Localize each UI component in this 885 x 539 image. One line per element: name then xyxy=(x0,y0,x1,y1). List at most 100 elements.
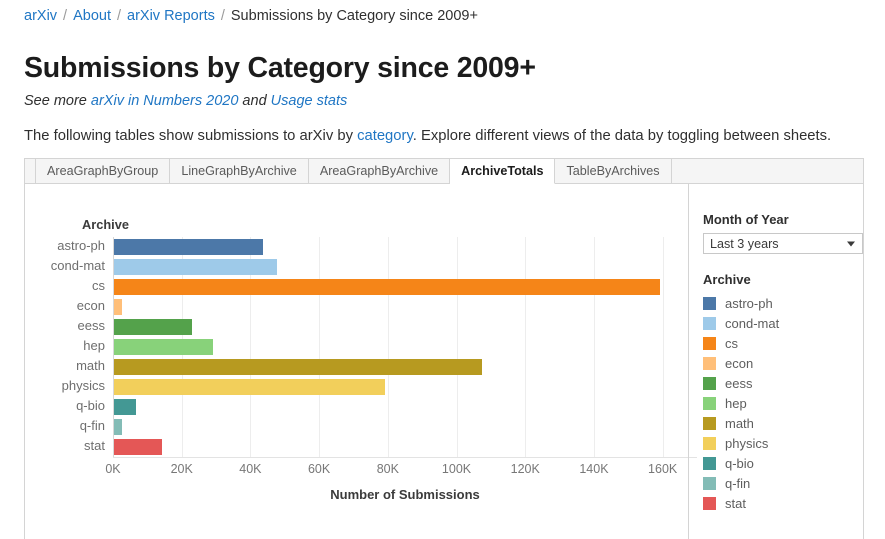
legend-color-swatch xyxy=(703,356,716,370)
tab-label: AreaGraphByArchive xyxy=(319,164,439,178)
legend-item-label: cond-mat xyxy=(725,315,780,331)
intro-text-part1: The following tables show submissions to… xyxy=(24,128,358,144)
link-usage-stats[interactable]: Usage stats xyxy=(271,93,348,109)
bar[interactable] xyxy=(114,359,482,375)
bar-category-label: cs xyxy=(92,278,105,293)
tab-label: LineGraphByArchive xyxy=(181,164,297,178)
link-category[interactable]: category xyxy=(357,128,413,144)
x-axis-tick-label: 120K xyxy=(510,462,540,476)
bar-row: cs xyxy=(92,277,697,297)
bar[interactable] xyxy=(114,319,193,335)
tab-linegraphbyarchive[interactable]: LineGraphByArchive xyxy=(170,159,309,183)
legend-item-label: math xyxy=(725,415,754,431)
bar-row: econ xyxy=(77,297,697,317)
legend-item[interactable]: hep xyxy=(703,393,863,413)
bar-category-label: cond-mat xyxy=(50,258,105,273)
x-axis-tick-label: 40K xyxy=(239,462,262,476)
page-title: Submissions by Category since 2009+ xyxy=(24,52,536,85)
bar[interactable] xyxy=(114,439,163,455)
x-axis-tick-label: 160K xyxy=(648,462,678,476)
bar[interactable] xyxy=(114,379,386,395)
legend-item-label: cs xyxy=(725,335,738,351)
legend-color-swatch xyxy=(703,316,716,330)
bar[interactable] xyxy=(114,239,264,255)
legend-item-label: stat xyxy=(725,495,746,511)
legend-item-label: econ xyxy=(725,355,754,371)
bar[interactable] xyxy=(114,419,122,435)
legend-title: Archive xyxy=(703,272,751,287)
legend-item-label: q-bio xyxy=(725,455,754,471)
legend-item[interactable]: physics xyxy=(703,433,863,453)
x-axis-tick-label: 80K xyxy=(376,462,399,476)
bar-row: cond-mat xyxy=(51,257,697,277)
bar-category-label: stat xyxy=(84,438,105,453)
plot-area: astro-ph cond-mat cs econ eess hep math physics… xyxy=(51,237,697,458)
bar-category-label: astro-ph xyxy=(57,238,105,253)
bar-row: q-bio xyxy=(76,397,697,417)
legend-item[interactable]: cond-mat xyxy=(703,313,863,333)
legend-item-label: physics xyxy=(725,435,769,451)
filter-label: Month of Year xyxy=(703,212,789,227)
legend-item[interactable]: stat xyxy=(703,493,863,513)
legend-color-swatch xyxy=(703,496,716,510)
breadcrumb-separator: / xyxy=(220,8,225,24)
legend-list: astro-ph cond-mat cs econ eess hep math physics… xyxy=(703,293,863,513)
tab-areagraphbygroup[interactable]: AreaGraphByGroup xyxy=(35,159,171,183)
legend-item[interactable]: math xyxy=(703,413,863,433)
link-arxiv-in-numbers[interactable]: arXiv in Numbers 2020 xyxy=(91,93,239,109)
x-axis-tick-label: 0K xyxy=(105,462,121,476)
bar-category-label: q-fin xyxy=(79,418,105,433)
bar[interactable] xyxy=(114,299,122,315)
tab-tablebyarchives[interactable]: TableByArchives xyxy=(555,159,672,183)
legend-item[interactable]: cs xyxy=(703,333,863,353)
legend-item[interactable]: q-fin xyxy=(703,473,863,493)
legend-item-label: eess xyxy=(725,375,753,391)
x-axis-tick-label: 140K xyxy=(579,462,609,476)
x-axis-tick-label: 100K xyxy=(441,462,472,476)
breadcrumb-item-arxiv[interactable]: arXiv xyxy=(24,8,57,24)
bar[interactable] xyxy=(114,259,278,275)
legend-item[interactable]: eess xyxy=(703,373,863,393)
side-panel: Month of Year Last 3 years Archive astro… xyxy=(688,184,863,539)
x-axis-tick-label: 60K xyxy=(307,462,331,476)
bar-row: stat xyxy=(84,437,697,457)
x-axis-baseline xyxy=(113,457,697,458)
legend-item[interactable]: astro-ph xyxy=(703,293,863,313)
bar-category-label: hep xyxy=(83,338,105,353)
legend-color-swatch xyxy=(703,396,716,410)
bar-row: physics xyxy=(62,377,697,397)
chevron-down-icon xyxy=(847,241,855,246)
breadcrumb-item-current: Submissions by Category since 2009+ xyxy=(230,8,478,24)
legend-item[interactable]: econ xyxy=(703,353,863,373)
legend-color-swatch xyxy=(703,476,716,490)
intro-paragraph: The following tables show submissions to… xyxy=(24,128,831,144)
bar-category-label: physics xyxy=(61,378,105,393)
x-axis-ticks: 0K 20K 40K 60K 80K 100K 120K 140K 160K xyxy=(105,462,697,480)
intro-text-part2: . Explore different views of the data by… xyxy=(412,128,832,144)
tab-label: TableByArchives xyxy=(566,164,660,178)
legend-color-swatch xyxy=(703,456,716,470)
bar-row: q-fin xyxy=(80,417,697,437)
see-more-line: See more arXiv in Numbers 2020 and Usage… xyxy=(24,93,347,109)
x-axis-title: Number of Submissions xyxy=(330,487,480,502)
bar-rows: astro-ph cond-mat cs econ eess hep math physics… xyxy=(51,237,697,457)
legend-item-label: q-fin xyxy=(725,475,751,491)
bar-category-label: math xyxy=(76,358,105,373)
breadcrumb-item-about[interactable]: About xyxy=(73,8,111,24)
see-more-middle: and xyxy=(238,93,271,109)
bar[interactable] xyxy=(114,339,213,355)
bar-category-label: eess xyxy=(77,318,105,333)
bar[interactable] xyxy=(114,279,661,295)
legend-item-label: hep xyxy=(725,395,747,411)
bar[interactable] xyxy=(114,399,137,415)
sheet-tab-bar: AreaGraphByGroup LineGraphByArchive AreaGr… xyxy=(25,159,863,184)
tab-archivetotals[interactable]: ArchiveTotals xyxy=(450,159,556,184)
breadcrumb: arXiv / About / arXiv Reports / Submissions by… xyxy=(24,7,478,26)
bar-row: astro-ph xyxy=(57,237,697,257)
tab-areagraphbyarchive[interactable]: AreaGraphByArchive xyxy=(308,159,451,183)
month-of-year-dropdown[interactable]: Last 3 years xyxy=(703,233,863,254)
legend-item[interactable]: q-bio xyxy=(703,453,863,473)
breadcrumb-separator: / xyxy=(63,8,68,24)
bar-row: math xyxy=(76,357,697,377)
breadcrumb-item-arxiv-reports[interactable]: arXiv Reports xyxy=(127,8,215,24)
